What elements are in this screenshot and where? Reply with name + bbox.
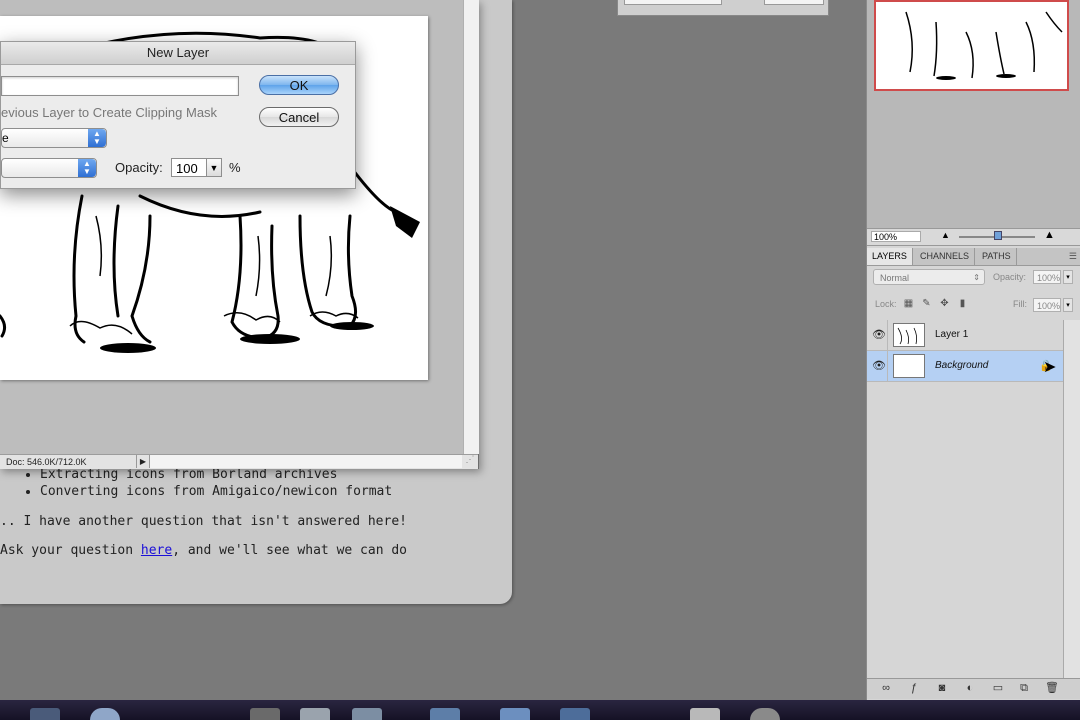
mac-dock xyxy=(0,700,1080,720)
layer-row-layer-1[interactable]: 👁 Layer 1 xyxy=(867,320,1063,351)
layer-opacity-field[interactable]: 100% xyxy=(1033,270,1061,284)
cancel-button[interactable]: Cancel xyxy=(259,107,339,127)
tab-paths[interactable]: PATHS xyxy=(977,248,1017,265)
eye-icon[interactable]: 👁 xyxy=(871,320,888,350)
question-text: I have another question that isn't answe… xyxy=(23,514,407,529)
mode-select[interactable]: e ▲ ▼ xyxy=(1,128,107,148)
zoom-slider-knob[interactable] xyxy=(994,231,1002,240)
layer-thumbnail xyxy=(893,323,925,347)
faq-bullet-list: Extracting icons from Borland archives C… xyxy=(0,466,500,500)
zoom-out-icon[interactable]: ▲ xyxy=(941,230,950,240)
lock-label: Lock: xyxy=(875,299,897,309)
opacity-unit: % xyxy=(229,160,241,175)
dock-app-icon[interactable] xyxy=(300,708,330,720)
chevron-down-icon: ⇕ xyxy=(973,273,980,282)
right-panel-dock: 100% ▲ ▲ LAYERS CHANNELS PATHS ☰ Normal … xyxy=(866,0,1080,700)
layers-panel-tabs: LAYERS CHANNELS PATHS ☰ xyxy=(867,248,1080,266)
new-layer-icon[interactable]: ⧉ xyxy=(1017,682,1031,695)
doc-size-status: Doc: 546.0K/712.0K xyxy=(6,457,87,467)
vertical-scrollbar[interactable] xyxy=(463,0,479,454)
options-field[interactable] xyxy=(764,0,824,5)
options-bar-fragment xyxy=(617,0,829,16)
opacity-dropdown-icon[interactable]: ▾ xyxy=(1063,270,1073,284)
fx-icon[interactable]: ƒ xyxy=(907,682,921,695)
lock-transparency-icon[interactable]: ▦ xyxy=(903,298,914,309)
dock-app-icon[interactable] xyxy=(90,708,120,720)
fill-dropdown-icon[interactable]: ▾ xyxy=(1063,298,1073,312)
lock-move-icon[interactable]: ✥ xyxy=(939,298,950,309)
status-bar: Doc: 546.0K/712.0K ▶ xyxy=(0,454,478,469)
color-select[interactable]: ▲ ▼ xyxy=(1,158,97,178)
new-layer-dialog: New Layer evious Layer to Create Clippin… xyxy=(0,41,356,189)
layers-scrollbar[interactable] xyxy=(1063,320,1080,682)
fill-field[interactable]: 100% xyxy=(1033,298,1061,312)
dialog-title: New Layer xyxy=(1,42,355,65)
link-layers-icon[interactable]: ∞ xyxy=(879,682,893,695)
dock-app-icon[interactable] xyxy=(500,708,530,720)
blend-mode-value: Normal xyxy=(880,273,910,283)
ask-line: Ask your question here, and we'll see wh… xyxy=(0,543,407,558)
tab-layers[interactable]: LAYERS xyxy=(867,248,913,265)
layer-thumbnail xyxy=(893,354,925,378)
mouse-cursor-icon: ➤ xyxy=(1043,359,1057,376)
navigator-panel xyxy=(867,0,1080,228)
zoom-field[interactable]: 100% xyxy=(871,231,921,242)
ok-button[interactable]: OK xyxy=(259,75,339,95)
question-heading: .. I have another question that isn't an… xyxy=(0,514,407,529)
blend-mode-select[interactable]: Normal ⇕ xyxy=(873,269,985,285)
options-field[interactable] xyxy=(624,0,722,5)
fill-label: Fill: xyxy=(1013,299,1027,309)
layer-row-background[interactable]: 👁 Background 🔒 ➤ xyxy=(867,351,1063,382)
dock-app-icon[interactable] xyxy=(250,708,280,720)
opacity-dropdown-icon[interactable]: ▼ xyxy=(206,158,222,177)
lock-brush-icon[interactable]: ✎ xyxy=(921,298,932,309)
blend-row: Normal ⇕ Opacity: 100% ▾ xyxy=(867,268,1080,288)
navigator-zoom-bar: 100% ▲ ▲ xyxy=(867,228,1080,246)
select-stepper-icon: ▲ ▼ xyxy=(88,129,106,147)
list-item: Converting icons from Amigaico/newicon f… xyxy=(40,483,500,500)
horizontal-scrollbar[interactable] xyxy=(150,455,462,468)
layer-name: Layer 1 xyxy=(935,329,969,340)
layer-name: Background xyxy=(935,360,989,371)
status-menu-arrow-icon[interactable]: ▶ xyxy=(136,455,150,468)
clipping-mask-label[interactable]: evious Layer to Create Clipping Mask xyxy=(1,105,217,120)
layers-footer: ∞ ƒ ◙ ◐ ▭ ⧉ 🗑 xyxy=(867,678,1080,699)
layer-thumb-art xyxy=(897,327,918,345)
new-group-icon[interactable]: ▭ xyxy=(991,682,1005,695)
lock-all-icon[interactable]: ▮ xyxy=(957,298,968,309)
trash-icon[interactable]: 🗑 xyxy=(1045,682,1059,695)
resize-grip-icon[interactable]: ⋰ xyxy=(463,454,477,468)
dock-app-icon[interactable] xyxy=(750,708,780,720)
mode-value: e xyxy=(2,131,9,145)
opacity-field[interactable]: 100 xyxy=(171,158,207,177)
adjustment-layer-icon[interactable]: ◐ xyxy=(963,682,977,695)
dock-app-icon[interactable] xyxy=(430,708,460,720)
dock-app-icon[interactable] xyxy=(560,708,590,720)
tab-channels[interactable]: CHANNELS xyxy=(915,248,976,265)
ask-here-link[interactable]: here xyxy=(141,543,172,558)
layer-name-field[interactable] xyxy=(1,76,239,96)
add-mask-icon[interactable]: ◙ xyxy=(935,682,949,695)
dock-app-icon[interactable] xyxy=(690,708,720,720)
lock-row: Lock: ▦ ✎ ✥ ▮ Fill: 100% ▾ xyxy=(867,296,1080,316)
eye-icon[interactable]: 👁 xyxy=(871,351,888,381)
zoom-in-icon[interactable]: ▲ xyxy=(1044,229,1055,241)
dock-app-icon[interactable] xyxy=(352,708,382,720)
panel-menu-icon[interactable]: ☰ xyxy=(1069,251,1077,262)
opacity-label: Opacity: xyxy=(115,160,163,175)
ask-suffix: , and we'll see what we can do xyxy=(172,543,408,558)
navigator-thumbnail[interactable] xyxy=(874,0,1069,91)
ask-prefix: Ask your question xyxy=(0,543,141,558)
dock-app-icon[interactable] xyxy=(30,708,60,720)
layer-opacity-label: Opacity: xyxy=(993,272,1027,282)
navigator-preview xyxy=(905,11,1063,80)
select-stepper-icon: ▲ ▼ xyxy=(78,159,96,177)
